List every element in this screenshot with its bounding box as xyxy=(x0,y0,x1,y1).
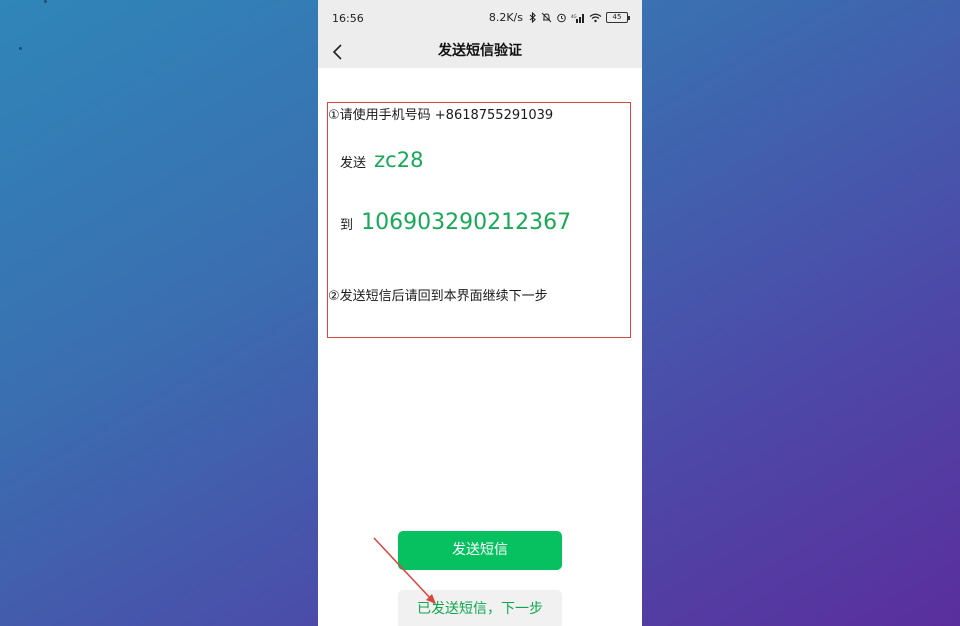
send-label: 发送 xyxy=(340,156,367,171)
send-sms-button[interactable]: 发送短信 xyxy=(398,531,562,570)
title-bar: 发送短信验证 xyxy=(318,36,642,68)
status-time: 16:56 xyxy=(332,12,364,25)
alarm-icon xyxy=(556,12,567,23)
mute-icon xyxy=(541,12,552,23)
step1-text: ①请使用手机号码 +8618755291039 xyxy=(328,108,554,123)
page-title: 发送短信验证 xyxy=(438,43,522,59)
network-speed: 8.2K/s xyxy=(488,11,523,24)
send-code-line: 发送 zc28 xyxy=(340,148,423,172)
sent-next-button[interactable]: 已发送短信，下一步 xyxy=(398,590,562,626)
recipient-line: 到 106903290212367 xyxy=(340,210,571,235)
signal-icon: 4G xyxy=(571,13,585,23)
status-bar: 16:56 8.2K/s 4G 45 xyxy=(318,0,642,36)
svg-text:4G: 4G xyxy=(571,14,577,19)
wifi-icon xyxy=(589,13,602,23)
to-label: 到 xyxy=(340,218,354,233)
sms-code: zc28 xyxy=(374,148,424,172)
phone-screen: 16:56 8.2K/s 4G 45 发送短信验证 ①请使用手机号码 +8618… xyxy=(318,0,642,626)
recipient-number: 106903290212367 xyxy=(361,210,572,235)
background-speck xyxy=(19,47,22,50)
bluetooth-icon xyxy=(529,12,537,23)
status-icons: 8.2K/s 4G 45 xyxy=(488,11,630,24)
step2-text: ②发送短信后请回到本界面继续下一步 xyxy=(328,289,548,304)
background-speck xyxy=(44,0,47,3)
battery-icon: 45 xyxy=(606,12,630,23)
main-content: ①请使用手机号码 +8618755291039 发送 zc28 到 106903… xyxy=(318,68,642,626)
